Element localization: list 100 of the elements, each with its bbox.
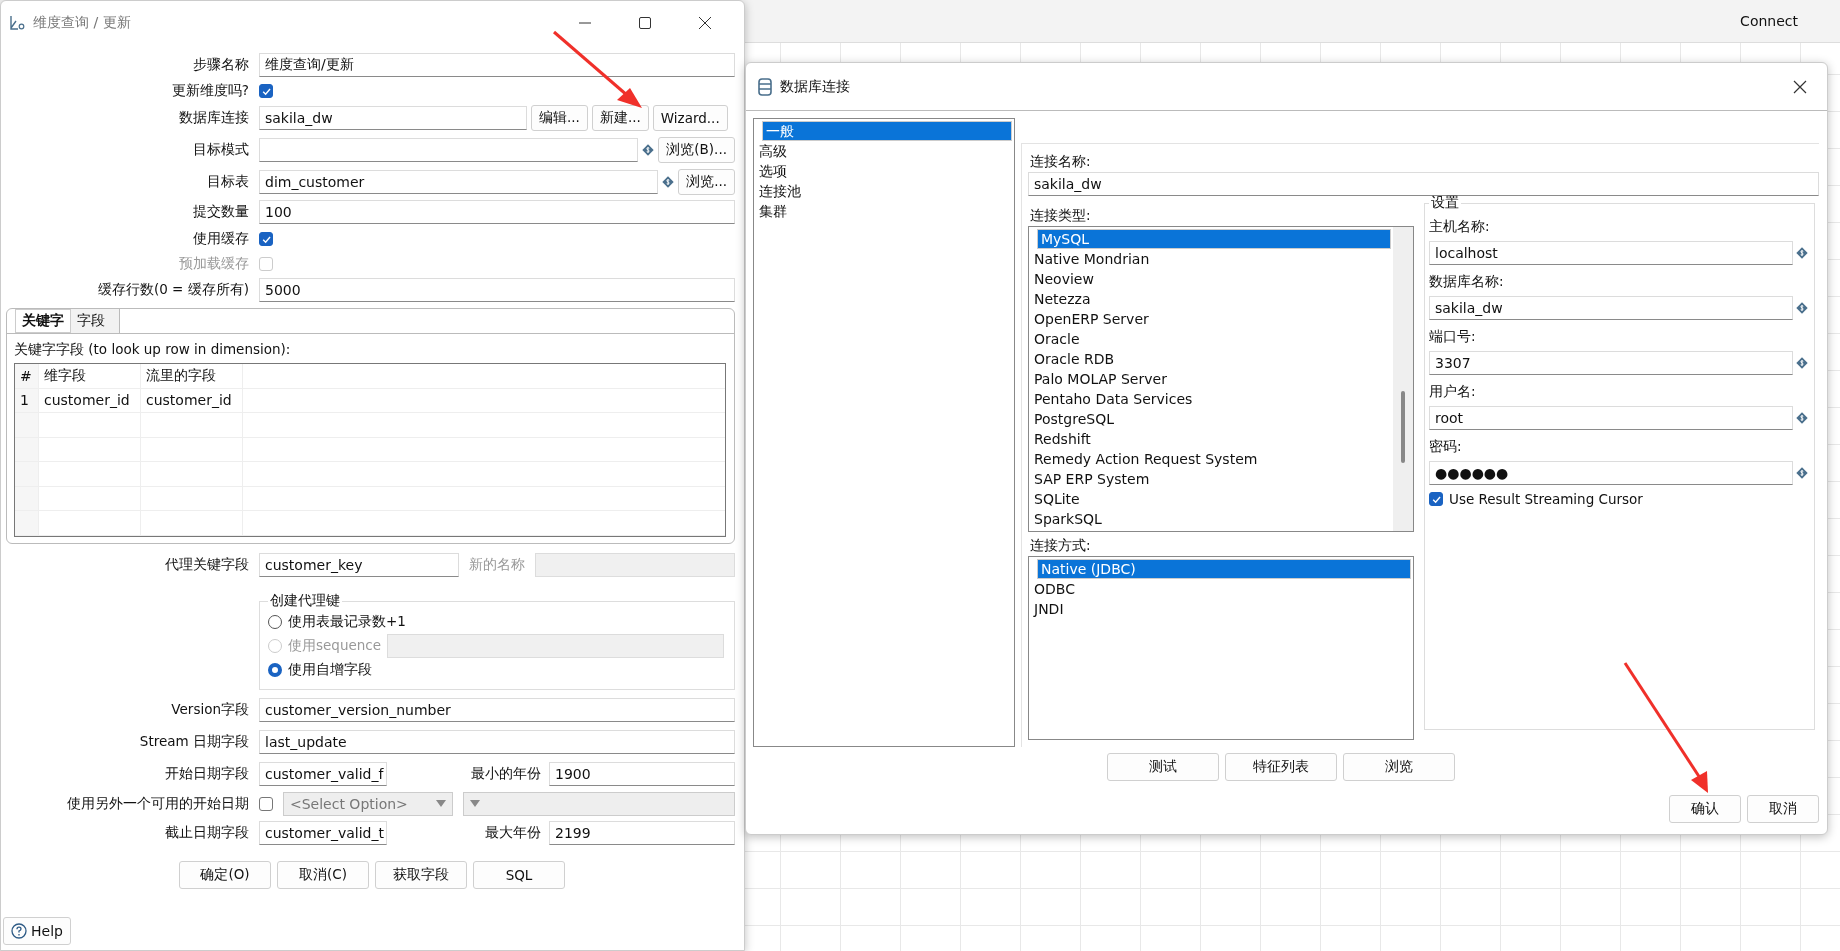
checkbox[interactable] [259,84,273,98]
checkbox-label: Use Result Streaming Cursor [1449,491,1643,507]
variable-icon[interactable] [662,176,675,188]
list-item[interactable]: SparkSQL [1031,509,1391,529]
close-icon[interactable] [698,16,712,30]
list-item[interactable]: 选项 [756,161,1012,181]
select-dropdown[interactable]: <Select Option> [283,791,453,816]
text-field[interactable]: ●●●●●● [1429,460,1793,485]
list-item[interactable]: 连接池 [756,181,1012,201]
table-cell: customer_id [141,388,243,413]
text-field[interactable]: customer_key [259,553,459,577]
text-field[interactable]: 3307 [1429,350,1793,375]
text-field[interactable]: localhost [1429,240,1793,265]
radio-label: 使用自增字段 [288,661,372,679]
dialog-button[interactable]: 新建... [591,105,649,131]
radio-button[interactable] [268,663,282,677]
text-field[interactable]: root [1429,405,1793,430]
tab[interactable]: 字段 [71,309,120,333]
list-item[interactable]: Oracle RDB [1031,349,1391,369]
browse-button[interactable]: 浏览... [678,169,735,195]
dialog-button[interactable]: 确认 [1669,795,1741,823]
dropdown-field[interactable]: customer_version_number [259,698,735,722]
field-label: 目标表 [206,173,250,191]
text-field[interactable]: customer_valid_t [259,820,387,845]
text-field[interactable]: 5000 [259,278,735,302]
scroll-thumb[interactable] [1401,391,1405,463]
list-item[interactable]: Redshift [1031,429,1391,449]
variable-icon[interactable] [1796,356,1808,369]
field-label: 主机名称: [1429,217,1491,236]
dialog-button[interactable]: 编辑... [531,105,588,131]
text-field[interactable]: 维度查询/更新 [259,53,735,77]
help-icon [11,923,27,939]
table-cell: customer_id [39,388,141,413]
window-title: 数据库连接 [780,77,850,96]
list-item[interactable]: Remedy Action Request System [1031,449,1391,469]
column-header[interactable]: 维字段 [39,364,141,388]
checkbox[interactable] [1429,492,1443,506]
list-item[interactable]: Netezza [1031,289,1391,309]
list-item[interactable]: PostgreSQL [1031,409,1391,429]
list-item[interactable]: SAP ERP System [1031,469,1391,489]
variable-icon[interactable] [1796,411,1808,424]
list-item[interactable]: OpenERP Server [1031,309,1391,329]
list-item[interactable]: Pentaho Data Services [1031,389,1391,409]
scrollbar[interactable] [1393,227,1413,531]
field-label: 数据库连接 [178,109,250,127]
dropdown-field[interactable]: last_update [259,730,735,754]
variable-icon[interactable] [1796,466,1808,479]
text-field[interactable]: sakila_dw [1028,172,1819,196]
dialog-button[interactable]: 浏览 [1343,753,1455,781]
checkbox[interactable] [259,796,273,811]
section-label: 关键字字段 (to look up row in dimension): [14,341,292,359]
list-item[interactable]: JNDI [1031,599,1411,619]
help-button[interactable]: Help [3,917,71,945]
list-item[interactable]: Native Mondrian [1031,249,1391,269]
list-item[interactable]: Oracle [1031,329,1391,349]
list-item[interactable]: 集群 [756,201,1012,221]
connect-button[interactable]: Connect [1740,13,1798,29]
field-label: 步骤名称 [192,56,250,74]
text-field[interactable] [535,553,735,577]
text-field[interactable] [259,137,639,162]
list-item[interactable]: ODBC [1031,579,1411,599]
field-label: 使用另外一个可用的开始日期 [66,794,250,813]
list-item[interactable]: 高级 [756,141,1012,161]
text-field[interactable]: 100 [259,200,735,224]
variable-icon[interactable] [642,143,655,156]
sequence-field[interactable] [387,634,724,658]
field-label: 用户名: [1429,382,1477,401]
dialog-button[interactable]: 取消(C) [277,861,369,889]
variable-icon[interactable] [1796,301,1808,314]
list-item[interactable]: MySQL [1037,229,1391,249]
maximize-icon[interactable] [638,16,652,30]
text-field[interactable]: dim_customer [259,170,659,194]
radio-button[interactable] [268,615,282,629]
list-item[interactable]: 一般 [762,121,1012,141]
text-field[interactable]: customer_valid_f [259,761,387,786]
dialog-button[interactable]: 确定(O) [179,861,271,889]
browse-button[interactable]: 浏览(B)... [658,136,735,163]
column-header[interactable]: 流里的字段 [141,364,243,388]
dialog-button[interactable]: 取消 [1747,795,1819,823]
tab[interactable]: 关键字 [15,309,71,333]
text-field[interactable]: sakila_dw [1429,295,1793,320]
checkbox[interactable] [259,232,273,246]
connection-field[interactable]: sakila_dw [259,106,527,130]
field-label: 新的名称 [469,556,525,574]
list-item[interactable]: Neoview [1031,269,1391,289]
field-label: 数据库名称: [1429,272,1505,291]
variable-icon[interactable] [1796,246,1808,259]
list-item[interactable]: SQLite [1031,489,1391,509]
dialog-button[interactable]: 测试 [1107,753,1219,781]
dialog-button[interactable]: Wizard... [652,105,728,131]
text-field[interactable]: 2199 [549,820,735,845]
list-item[interactable]: Native (JDBC) [1037,559,1411,579]
list-item[interactable]: Palo MOLAP Server [1031,369,1391,389]
dialog-button[interactable]: 特征列表 [1225,753,1337,781]
column-header[interactable]: # [15,364,39,388]
group-title: 设置 [1430,194,1460,212]
dialog-button[interactable]: 获取字段 [375,861,467,889]
text-field[interactable]: 1900 [549,761,735,786]
close-icon[interactable] [1793,79,1807,94]
dialog-button[interactable]: SQL [473,861,565,889]
